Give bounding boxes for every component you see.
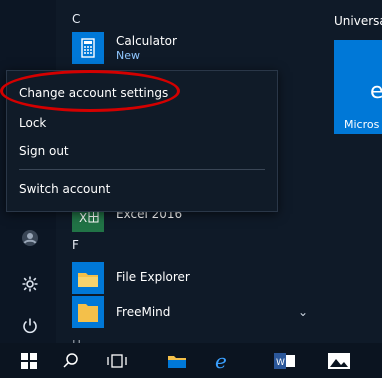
settings-gear-icon[interactable] [16,270,44,298]
task-view-icon[interactable] [98,343,136,378]
tile-group-header[interactable]: Universa [334,14,382,28]
flyout-divider [19,169,265,170]
svg-text:X: X [79,211,87,225]
section-letter-f[interactable]: F [72,238,79,252]
account-flyout: Change account settings Lock Sign out Sw… [6,70,278,212]
file-explorer-icon [72,262,104,294]
power-icon[interactable] [16,312,44,340]
switch-account-item[interactable]: Switch account [7,175,277,203]
app-calculator[interactable]: Calculator New [72,32,312,66]
user-avatar-icon[interactable] [16,224,44,252]
app-calculator-label: Calculator [116,34,177,48]
app-file-explorer-label: File Explorer [116,270,190,284]
app-calculator-new-badge: New [116,49,140,62]
calculator-icon [72,32,104,64]
word-icon[interactable]: W [266,343,304,378]
svg-text:e: e [215,350,227,372]
section-letter-c[interactable]: C [72,12,80,26]
edge-browser-icon[interactable]: e [206,343,244,378]
edge-tile-label: Micros [344,118,380,131]
file-explorer-taskbar-icon[interactable] [158,343,196,378]
sign-out-item[interactable]: Sign out [7,137,277,165]
change-account-settings-item[interactable]: Change account settings [7,79,277,107]
photos-icon[interactable] [320,343,358,378]
windows-logo-icon [21,352,37,369]
search-icon[interactable] [52,343,90,378]
app-freemind[interactable]: FreeMind [72,296,312,328]
app-file-explorer[interactable]: File Explorer [72,262,312,294]
app-freemind-label: FreeMind [116,305,171,319]
lock-item[interactable]: Lock [7,109,277,137]
taskbar: e W [0,343,382,378]
chevron-down-icon[interactable]: ⌄ [298,305,308,319]
svg-text:e: e [370,79,382,104]
start-button[interactable] [10,343,48,378]
freemind-icon [72,296,104,328]
svg-text:W: W [276,358,285,368]
